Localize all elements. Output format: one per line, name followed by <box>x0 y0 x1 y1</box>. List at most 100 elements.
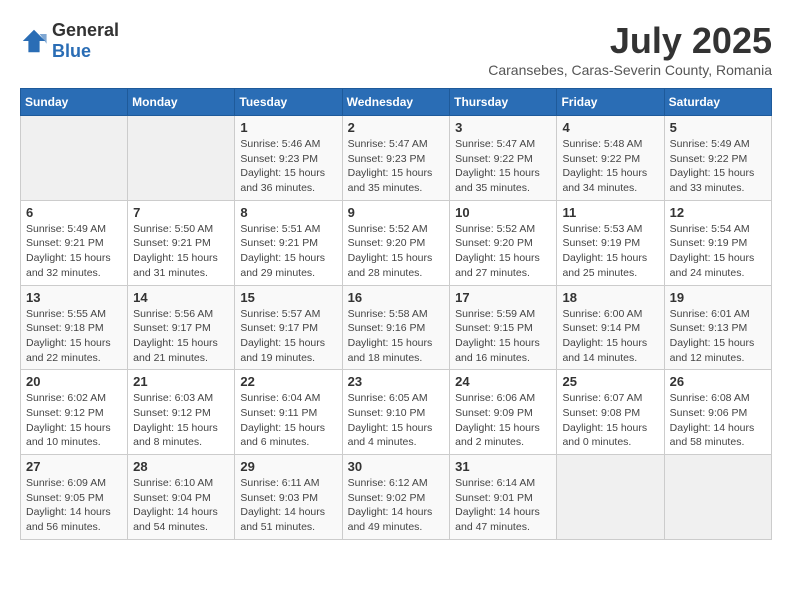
calendar-cell: 19 Sunrise: 6:01 AM Sunset: 9:13 PM Dayli… <box>664 285 771 370</box>
logo-icon <box>20 27 48 55</box>
calendar-cell: 24 Sunrise: 6:06 AM Sunset: 9:09 PM Dayli… <box>450 370 557 455</box>
day-number: 4 <box>562 120 658 135</box>
day-info: Sunrise: 6:12 AM Sunset: 9:02 PM Dayligh… <box>348 476 445 535</box>
calendar-cell: 15 Sunrise: 5:57 AM Sunset: 9:17 PM Dayli… <box>235 285 342 370</box>
logo-general-text: General <box>52 20 119 40</box>
calendar-cell: 29 Sunrise: 6:11 AM Sunset: 9:03 PM Dayli… <box>235 455 342 540</box>
calendar-week-row: 27Sunrise: 6:09 AM Sunset: 9:05 PM Dayli… <box>21 455 772 540</box>
day-info: Sunrise: 5:58 AM Sunset: 9:16 PM Dayligh… <box>348 307 445 366</box>
calendar-week-row: 20 Sunrise: 6:02 AM Sunset: 9:12 PM Dayli… <box>21 370 772 455</box>
day-info: Sunrise: 5:52 AM Sunset: 9:20 PM Dayligh… <box>455 222 551 281</box>
day-info: Sunrise: 5:57 AM Sunset: 9:17 PM Dayligh… <box>240 307 336 366</box>
calendar-cell: 31Sunrise: 6:14 AM Sunset: 9:01 PM Dayli… <box>450 455 557 540</box>
day-number: 30 <box>348 459 445 474</box>
day-number: 1 <box>240 120 336 135</box>
calendar-cell: 23 Sunrise: 6:05 AM Sunset: 9:10 PM Dayli… <box>342 370 450 455</box>
day-info: Sunrise: 6:03 AM Sunset: 9:12 PM Dayligh… <box>133 391 229 450</box>
calendar-cell: 17Sunrise: 5:59 AM Sunset: 9:15 PM Dayli… <box>450 285 557 370</box>
calendar-cell: 9 Sunrise: 5:52 AM Sunset: 9:20 PM Daylig… <box>342 200 450 285</box>
calendar-cell: 26 Sunrise: 6:08 AM Sunset: 9:06 PM Dayli… <box>664 370 771 455</box>
day-info: Sunrise: 6:11 AM Sunset: 9:03 PM Dayligh… <box>240 476 336 535</box>
calendar-table: SundayMondayTuesdayWednesdayThursdayFrid… <box>20 88 772 540</box>
logo-blue-text: Blue <box>52 41 91 61</box>
day-number: 14 <box>133 290 229 305</box>
day-number: 6 <box>26 205 122 220</box>
day-info: Sunrise: 6:02 AM Sunset: 9:12 PM Dayligh… <box>26 391 122 450</box>
calendar-cell: 14 Sunrise: 5:56 AM Sunset: 9:17 PM Dayli… <box>128 285 235 370</box>
month-title: July 2025 <box>488 20 772 62</box>
day-number: 25 <box>562 374 658 389</box>
day-info: Sunrise: 5:55 AM Sunset: 9:18 PM Dayligh… <box>26 307 122 366</box>
calendar-cell: 11 Sunrise: 5:53 AM Sunset: 9:19 PM Dayli… <box>557 200 664 285</box>
day-number: 12 <box>670 205 766 220</box>
day-info: Sunrise: 5:52 AM Sunset: 9:20 PM Dayligh… <box>348 222 445 281</box>
calendar-cell: 28Sunrise: 6:10 AM Sunset: 9:04 PM Dayli… <box>128 455 235 540</box>
day-number: 21 <box>133 374 229 389</box>
weekday-header-friday: Friday <box>557 89 664 116</box>
calendar-cell: 7 Sunrise: 5:50 AM Sunset: 9:21 PM Daylig… <box>128 200 235 285</box>
calendar-cell: 4 Sunrise: 5:48 AM Sunset: 9:22 PM Daylig… <box>557 116 664 201</box>
weekday-header-saturday: Saturday <box>664 89 771 116</box>
day-info: Sunrise: 6:01 AM Sunset: 9:13 PM Dayligh… <box>670 307 766 366</box>
calendar-cell: 8 Sunrise: 5:51 AM Sunset: 9:21 PM Daylig… <box>235 200 342 285</box>
calendar-cell: 12Sunrise: 5:54 AM Sunset: 9:19 PM Dayli… <box>664 200 771 285</box>
day-number: 5 <box>670 120 766 135</box>
calendar-cell: 25Sunrise: 6:07 AM Sunset: 9:08 PM Dayli… <box>557 370 664 455</box>
day-info: Sunrise: 5:59 AM Sunset: 9:15 PM Dayligh… <box>455 307 551 366</box>
day-info: Sunrise: 5:51 AM Sunset: 9:21 PM Dayligh… <box>240 222 336 281</box>
location-subtitle: Caransebes, Caras-Severin County, Romani… <box>488 62 772 78</box>
title-block: July 2025 Caransebes, Caras-Severin Coun… <box>488 20 772 78</box>
day-info: Sunrise: 5:47 AM Sunset: 9:22 PM Dayligh… <box>455 137 551 196</box>
calendar-week-row: 6Sunrise: 5:49 AM Sunset: 9:21 PM Daylig… <box>21 200 772 285</box>
weekday-header-sunday: Sunday <box>21 89 128 116</box>
calendar-cell: 27Sunrise: 6:09 AM Sunset: 9:05 PM Dayli… <box>21 455 128 540</box>
calendar-week-row: 13 Sunrise: 5:55 AM Sunset: 9:18 PM Dayli… <box>21 285 772 370</box>
day-info: Sunrise: 6:09 AM Sunset: 9:05 PM Dayligh… <box>26 476 122 535</box>
calendar-cell: 18 Sunrise: 6:00 AM Sunset: 9:14 PM Dayli… <box>557 285 664 370</box>
calendar-cell <box>664 455 771 540</box>
calendar-cell: 20 Sunrise: 6:02 AM Sunset: 9:12 PM Dayli… <box>21 370 128 455</box>
weekday-header-thursday: Thursday <box>450 89 557 116</box>
day-number: 7 <box>133 205 229 220</box>
calendar-cell: 10Sunrise: 5:52 AM Sunset: 9:20 PM Dayli… <box>450 200 557 285</box>
day-info: Sunrise: 5:47 AM Sunset: 9:23 PM Dayligh… <box>348 137 445 196</box>
day-info: Sunrise: 5:53 AM Sunset: 9:19 PM Dayligh… <box>562 222 658 281</box>
day-info: Sunrise: 5:49 AM Sunset: 9:22 PM Dayligh… <box>670 137 766 196</box>
calendar-cell <box>557 455 664 540</box>
day-info: Sunrise: 6:05 AM Sunset: 9:10 PM Dayligh… <box>348 391 445 450</box>
day-info: Sunrise: 6:04 AM Sunset: 9:11 PM Dayligh… <box>240 391 336 450</box>
day-number: 13 <box>26 290 122 305</box>
calendar-cell: 1 Sunrise: 5:46 AM Sunset: 9:23 PM Daylig… <box>235 116 342 201</box>
day-info: Sunrise: 5:48 AM Sunset: 9:22 PM Dayligh… <box>562 137 658 196</box>
day-number: 29 <box>240 459 336 474</box>
day-info: Sunrise: 5:46 AM Sunset: 9:23 PM Dayligh… <box>240 137 336 196</box>
weekday-header-row: SundayMondayTuesdayWednesdayThursdayFrid… <box>21 89 772 116</box>
day-number: 11 <box>562 205 658 220</box>
calendar-cell: 5 Sunrise: 5:49 AM Sunset: 9:22 PM Daylig… <box>664 116 771 201</box>
day-number: 9 <box>348 205 445 220</box>
day-number: 15 <box>240 290 336 305</box>
calendar-cell: 22 Sunrise: 6:04 AM Sunset: 9:11 PM Dayli… <box>235 370 342 455</box>
weekday-header-wednesday: Wednesday <box>342 89 450 116</box>
day-info: Sunrise: 5:50 AM Sunset: 9:21 PM Dayligh… <box>133 222 229 281</box>
day-number: 23 <box>348 374 445 389</box>
day-number: 20 <box>26 374 122 389</box>
day-number: 2 <box>348 120 445 135</box>
day-number: 3 <box>455 120 551 135</box>
day-info: Sunrise: 6:08 AM Sunset: 9:06 PM Dayligh… <box>670 391 766 450</box>
day-info: Sunrise: 6:10 AM Sunset: 9:04 PM Dayligh… <box>133 476 229 535</box>
day-number: 24 <box>455 374 551 389</box>
calendar-cell <box>128 116 235 201</box>
calendar-cell: 16Sunrise: 5:58 AM Sunset: 9:16 PM Dayli… <box>342 285 450 370</box>
day-number: 22 <box>240 374 336 389</box>
day-number: 26 <box>670 374 766 389</box>
day-number: 8 <box>240 205 336 220</box>
day-info: Sunrise: 6:00 AM Sunset: 9:14 PM Dayligh… <box>562 307 658 366</box>
calendar-cell <box>21 116 128 201</box>
day-number: 19 <box>670 290 766 305</box>
weekday-header-monday: Monday <box>128 89 235 116</box>
day-number: 18 <box>562 290 658 305</box>
day-info: Sunrise: 6:14 AM Sunset: 9:01 PM Dayligh… <box>455 476 551 535</box>
day-info: Sunrise: 6:06 AM Sunset: 9:09 PM Dayligh… <box>455 391 551 450</box>
day-info: Sunrise: 5:56 AM Sunset: 9:17 PM Dayligh… <box>133 307 229 366</box>
